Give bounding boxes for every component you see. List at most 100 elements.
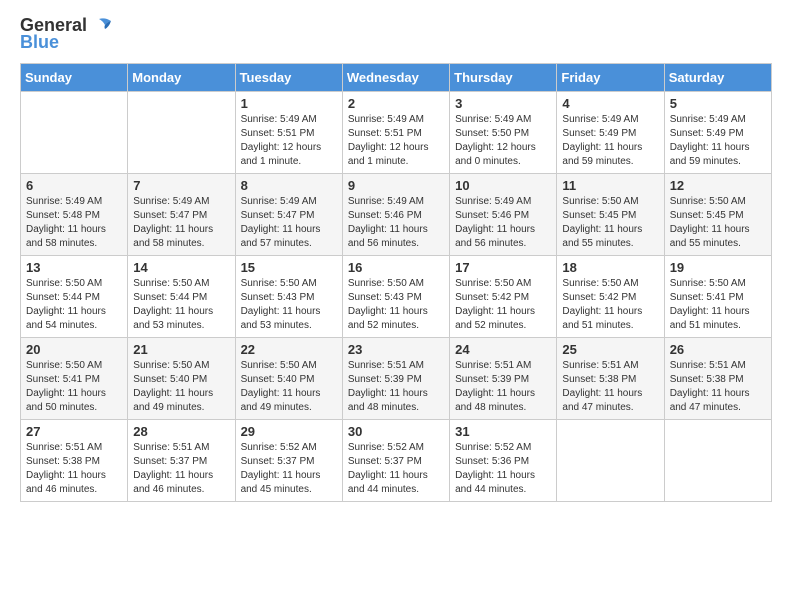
day-number: 7 — [133, 178, 229, 193]
calendar-week-5: 27 Sunrise: 5:51 AM Sunset: 5:38 PM Dayli… — [21, 420, 772, 502]
day-info: Sunrise: 5:52 AM Sunset: 5:36 PM Dayligh… — [455, 441, 551, 497]
day-info: Sunrise: 5:52 AM Sunset: 5:37 PM Dayligh… — [348, 441, 444, 497]
calendar-cell-5-1: 27 Sunrise: 5:51 AM Sunset: 5:38 PM Dayli… — [21, 420, 128, 502]
day-info: Sunrise: 5:50 AM Sunset: 5:45 PM Dayligh… — [670, 195, 766, 251]
day-number: 23 — [348, 342, 444, 357]
day-number: 15 — [241, 260, 337, 275]
day-info: Sunrise: 5:52 AM Sunset: 5:37 PM Dayligh… — [241, 441, 337, 497]
header: General Blue — [20, 15, 772, 53]
calendar-cell-1-4: 2 Sunrise: 5:49 AM Sunset: 5:51 PM Daylig… — [342, 92, 449, 174]
day-number: 27 — [26, 424, 122, 439]
weekday-header-monday: Monday — [128, 64, 235, 92]
day-info: Sunrise: 5:49 AM Sunset: 5:49 PM Dayligh… — [670, 113, 766, 169]
calendar-cell-1-1 — [21, 92, 128, 174]
day-info: Sunrise: 5:50 AM Sunset: 5:40 PM Dayligh… — [241, 359, 337, 415]
day-number: 21 — [133, 342, 229, 357]
calendar-cell-3-3: 15 Sunrise: 5:50 AM Sunset: 5:43 PM Dayli… — [235, 256, 342, 338]
calendar-table: SundayMondayTuesdayWednesdayThursdayFrid… — [20, 63, 772, 502]
calendar-cell-3-7: 19Sunrise: 5:50 AM Sunset: 5:41 PM Dayli… — [664, 256, 771, 338]
day-info: Sunrise: 5:49 AM Sunset: 5:47 PM Dayligh… — [241, 195, 337, 251]
day-info: Sunrise: 5:50 AM Sunset: 5:42 PM Dayligh… — [455, 277, 551, 333]
day-info: Sunrise: 5:49 AM Sunset: 5:50 PM Dayligh… — [455, 113, 551, 169]
calendar-cell-4-3: 22 Sunrise: 5:50 AM Sunset: 5:40 PM Dayli… — [235, 338, 342, 420]
day-number: 28 — [133, 424, 229, 439]
calendar-cell-4-2: 21Sunrise: 5:50 AM Sunset: 5:40 PM Dayli… — [128, 338, 235, 420]
calendar-cell-1-3: 1 Sunrise: 5:49 AM Sunset: 5:51 PM Daylig… — [235, 92, 342, 174]
calendar-cell-1-6: 4Sunrise: 5:49 AM Sunset: 5:49 PM Daylig… — [557, 92, 664, 174]
day-number: 17 — [455, 260, 551, 275]
weekday-header-friday: Friday — [557, 64, 664, 92]
calendar-cell-5-5: 31 Sunrise: 5:52 AM Sunset: 5:36 PM Dayli… — [450, 420, 557, 502]
day-info: Sunrise: 5:49 AM Sunset: 5:47 PM Dayligh… — [133, 195, 229, 251]
calendar-cell-1-7: 5 Sunrise: 5:49 AM Sunset: 5:49 PM Daylig… — [664, 92, 771, 174]
day-number: 20 — [26, 342, 122, 357]
day-number: 12 — [670, 178, 766, 193]
calendar-cell-5-7 — [664, 420, 771, 502]
day-number: 11 — [562, 178, 658, 193]
page-container: General Blue SundayMondayTuesdayWednesda… — [0, 0, 792, 517]
day-info: Sunrise: 5:50 AM Sunset: 5:41 PM Dayligh… — [26, 359, 122, 415]
calendar-cell-5-6 — [557, 420, 664, 502]
calendar-cell-4-6: 25Sunrise: 5:51 AM Sunset: 5:38 PM Dayli… — [557, 338, 664, 420]
weekday-header-wednesday: Wednesday — [342, 64, 449, 92]
calendar-cell-1-2 — [128, 92, 235, 174]
day-info: Sunrise: 5:49 AM Sunset: 5:51 PM Dayligh… — [348, 113, 444, 169]
calendar-cell-4-7: 26 Sunrise: 5:51 AM Sunset: 5:38 PM Dayli… — [664, 338, 771, 420]
day-number: 3 — [455, 96, 551, 111]
calendar-cell-4-5: 24Sunrise: 5:51 AM Sunset: 5:39 PM Dayli… — [450, 338, 557, 420]
calendar-cell-3-6: 18Sunrise: 5:50 AM Sunset: 5:42 PM Dayli… — [557, 256, 664, 338]
day-number: 9 — [348, 178, 444, 193]
weekday-header-sunday: Sunday — [21, 64, 128, 92]
logo-blue-text: Blue — [20, 32, 59, 53]
calendar-cell-5-4: 30Sunrise: 5:52 AM Sunset: 5:37 PM Dayli… — [342, 420, 449, 502]
calendar-cell-2-4: 9 Sunrise: 5:49 AM Sunset: 5:46 PM Daylig… — [342, 174, 449, 256]
calendar-week-4: 20 Sunrise: 5:50 AM Sunset: 5:41 PM Dayli… — [21, 338, 772, 420]
day-info: Sunrise: 5:49 AM Sunset: 5:46 PM Dayligh… — [348, 195, 444, 251]
calendar-cell-2-2: 7 Sunrise: 5:49 AM Sunset: 5:47 PM Daylig… — [128, 174, 235, 256]
day-number: 10 — [455, 178, 551, 193]
day-number: 31 — [455, 424, 551, 439]
day-info: Sunrise: 5:50 AM Sunset: 5:44 PM Dayligh… — [133, 277, 229, 333]
calendar-cell-5-2: 28Sunrise: 5:51 AM Sunset: 5:37 PM Dayli… — [128, 420, 235, 502]
day-info: Sunrise: 5:50 AM Sunset: 5:44 PM Dayligh… — [26, 277, 122, 333]
day-info: Sunrise: 5:50 AM Sunset: 5:43 PM Dayligh… — [348, 277, 444, 333]
logo-bird-icon — [91, 17, 113, 35]
day-number: 14 — [133, 260, 229, 275]
day-info: Sunrise: 5:51 AM Sunset: 5:39 PM Dayligh… — [348, 359, 444, 415]
weekday-header-saturday: Saturday — [664, 64, 771, 92]
weekday-header-tuesday: Tuesday — [235, 64, 342, 92]
calendar-cell-2-6: 11 Sunrise: 5:50 AM Sunset: 5:45 PM Dayli… — [557, 174, 664, 256]
day-number: 18 — [562, 260, 658, 275]
calendar-cell-1-5: 3 Sunrise: 5:49 AM Sunset: 5:50 PM Daylig… — [450, 92, 557, 174]
day-number: 1 — [241, 96, 337, 111]
day-number: 13 — [26, 260, 122, 275]
weekday-header-row: SundayMondayTuesdayWednesdayThursdayFrid… — [21, 64, 772, 92]
weekday-header-thursday: Thursday — [450, 64, 557, 92]
day-info: Sunrise: 5:51 AM Sunset: 5:39 PM Dayligh… — [455, 359, 551, 415]
day-info: Sunrise: 5:50 AM Sunset: 5:45 PM Dayligh… — [562, 195, 658, 251]
day-number: 8 — [241, 178, 337, 193]
day-number: 5 — [670, 96, 766, 111]
day-number: 26 — [670, 342, 766, 357]
calendar-cell-2-7: 12 Sunrise: 5:50 AM Sunset: 5:45 PM Dayli… — [664, 174, 771, 256]
calendar-cell-2-5: 10 Sunrise: 5:49 AM Sunset: 5:46 PM Dayli… — [450, 174, 557, 256]
day-info: Sunrise: 5:49 AM Sunset: 5:46 PM Dayligh… — [455, 195, 551, 251]
day-info: Sunrise: 5:49 AM Sunset: 5:51 PM Dayligh… — [241, 113, 337, 169]
day-info: Sunrise: 5:51 AM Sunset: 5:38 PM Dayligh… — [26, 441, 122, 497]
day-number: 4 — [562, 96, 658, 111]
day-info: Sunrise: 5:51 AM Sunset: 5:38 PM Dayligh… — [670, 359, 766, 415]
day-number: 2 — [348, 96, 444, 111]
day-number: 16 — [348, 260, 444, 275]
day-number: 22 — [241, 342, 337, 357]
day-info: Sunrise: 5:50 AM Sunset: 5:43 PM Dayligh… — [241, 277, 337, 333]
calendar-cell-3-4: 16 Sunrise: 5:50 AM Sunset: 5:43 PM Dayli… — [342, 256, 449, 338]
calendar-week-3: 13 Sunrise: 5:50 AM Sunset: 5:44 PM Dayli… — [21, 256, 772, 338]
calendar-week-1: 1 Sunrise: 5:49 AM Sunset: 5:51 PM Daylig… — [21, 92, 772, 174]
calendar-cell-3-1: 13 Sunrise: 5:50 AM Sunset: 5:44 PM Dayli… — [21, 256, 128, 338]
day-number: 6 — [26, 178, 122, 193]
day-info: Sunrise: 5:49 AM Sunset: 5:48 PM Dayligh… — [26, 195, 122, 251]
day-info: Sunrise: 5:50 AM Sunset: 5:41 PM Dayligh… — [670, 277, 766, 333]
calendar-cell-4-1: 20 Sunrise: 5:50 AM Sunset: 5:41 PM Dayli… — [21, 338, 128, 420]
day-number: 29 — [241, 424, 337, 439]
day-number: 25 — [562, 342, 658, 357]
